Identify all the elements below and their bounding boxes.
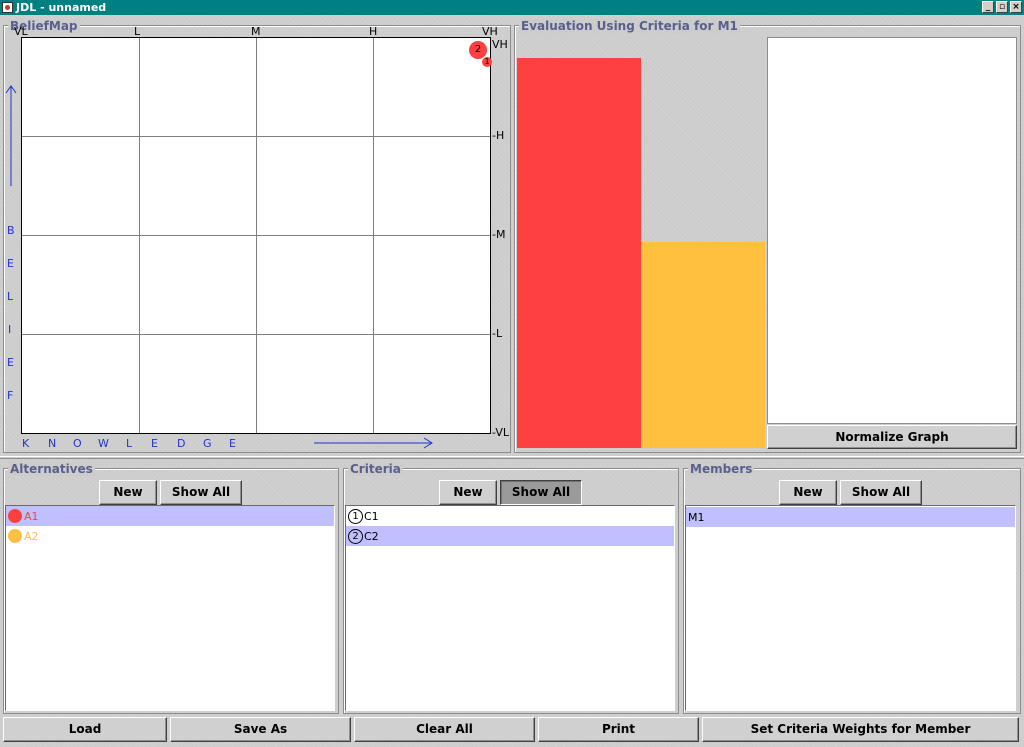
list-item-a2[interactable]: A2 [6, 526, 334, 546]
list-item-a1[interactable]: A1 [6, 506, 334, 526]
c2-label: C2 [364, 529, 379, 543]
knowledge-letter-g: G [203, 437, 212, 450]
criteria-new-button[interactable]: New [439, 480, 497, 505]
belief-marker-1[interactable]: 1 [482, 57, 492, 67]
a1-label: A1 [24, 509, 39, 523]
knowledge-letter-n: N [48, 437, 57, 450]
a1-color-dot [8, 509, 22, 523]
list-item-m1[interactable]: M1 [686, 507, 1015, 527]
list-item-c1[interactable]: 1 C1 [346, 506, 674, 526]
y-tick-h: -H [492, 129, 505, 142]
x-tick-vl: VL [14, 25, 28, 38]
close-button[interactable]: × [1010, 1, 1022, 13]
belief-letter-l: L [7, 290, 14, 303]
knowledge-letter-e: E [151, 437, 158, 450]
print-button[interactable]: Print [538, 717, 699, 742]
belief-map-plot[interactable]: 21 [21, 37, 492, 434]
knowledge-letter-d: D [177, 437, 186, 450]
y-tick-l: -L [492, 327, 503, 340]
minimize-button[interactable]: _ [982, 1, 994, 13]
save-as-button[interactable]: Save As [170, 717, 351, 742]
alternatives-show-all-button[interactable]: Show All [160, 480, 242, 505]
belief-letter-b: B [7, 224, 15, 237]
x-tick-m: M [251, 25, 261, 38]
knowledge-letter-e2: E [229, 437, 236, 450]
clear-all-button[interactable]: Clear All [354, 717, 535, 742]
alternatives-list[interactable]: A1 A2 [5, 505, 335, 711]
app-icon [2, 2, 13, 13]
normalize-graph-button[interactable]: Normalize Graph [767, 425, 1017, 449]
load-button[interactable]: Load [3, 717, 167, 742]
criteria-show-all-button[interactable]: Show All [500, 480, 582, 505]
belief-letter-e: E [7, 257, 14, 270]
x-tick-l: L [134, 25, 141, 38]
evaluation-chart [517, 37, 765, 448]
evaluation-bar-a1 [517, 58, 641, 448]
criteria-list[interactable]: 1 C1 2 C2 [345, 505, 675, 711]
knowledge-axis-arrow [314, 437, 433, 449]
title-bar: JDL - unnamed _ ▫ × [0, 0, 1024, 15]
alternatives-title: Alternatives [8, 462, 95, 476]
evaluation-title: Evaluation Using Criteria for M1 [519, 19, 740, 33]
set-criteria-weights-button[interactable]: Set Criteria Weights for Member [702, 717, 1019, 742]
x-tick-vh: VH [482, 25, 498, 38]
evaluation-bar-a2 [641, 242, 765, 448]
alternatives-new-button[interactable]: New [99, 480, 157, 505]
y-tick-vh: VH [492, 38, 508, 51]
y-tick-m: -M [492, 228, 506, 241]
horizontal-divider [0, 456, 1024, 459]
list-item-c2[interactable]: 2 C2 [346, 526, 674, 546]
criteria-title: Criteria [348, 462, 403, 476]
evaluation-legend-area [767, 37, 1017, 424]
x-tick-h: H [369, 25, 378, 38]
members-title: Members [688, 462, 755, 476]
m1-label: M1 [688, 510, 705, 524]
c2-number-icon: 2 [348, 528, 363, 544]
members-new-button[interactable]: New [779, 480, 837, 505]
c1-number-icon: 1 [348, 508, 363, 524]
knowledge-letter-o: O [73, 437, 82, 450]
belief-letter-i: I [8, 323, 12, 336]
belief-letter-e2: E [7, 356, 14, 369]
a2-color-dot [8, 529, 22, 543]
y-tick-vl: -VL [492, 426, 509, 439]
belief-axis-arrow [5, 85, 17, 186]
window-title: JDL - unnamed [16, 1, 107, 14]
a2-label: A2 [24, 529, 39, 543]
knowledge-letter-w: W [98, 437, 109, 450]
belief-letter-f: F [7, 389, 14, 402]
members-list[interactable]: M1 [685, 505, 1016, 711]
knowledge-letter-l: L [126, 437, 133, 450]
members-show-all-button[interactable]: Show All [840, 480, 922, 505]
c1-label: C1 [364, 509, 379, 523]
maximize-button[interactable]: ▫ [996, 1, 1008, 13]
knowledge-letter-k: K [22, 437, 30, 450]
